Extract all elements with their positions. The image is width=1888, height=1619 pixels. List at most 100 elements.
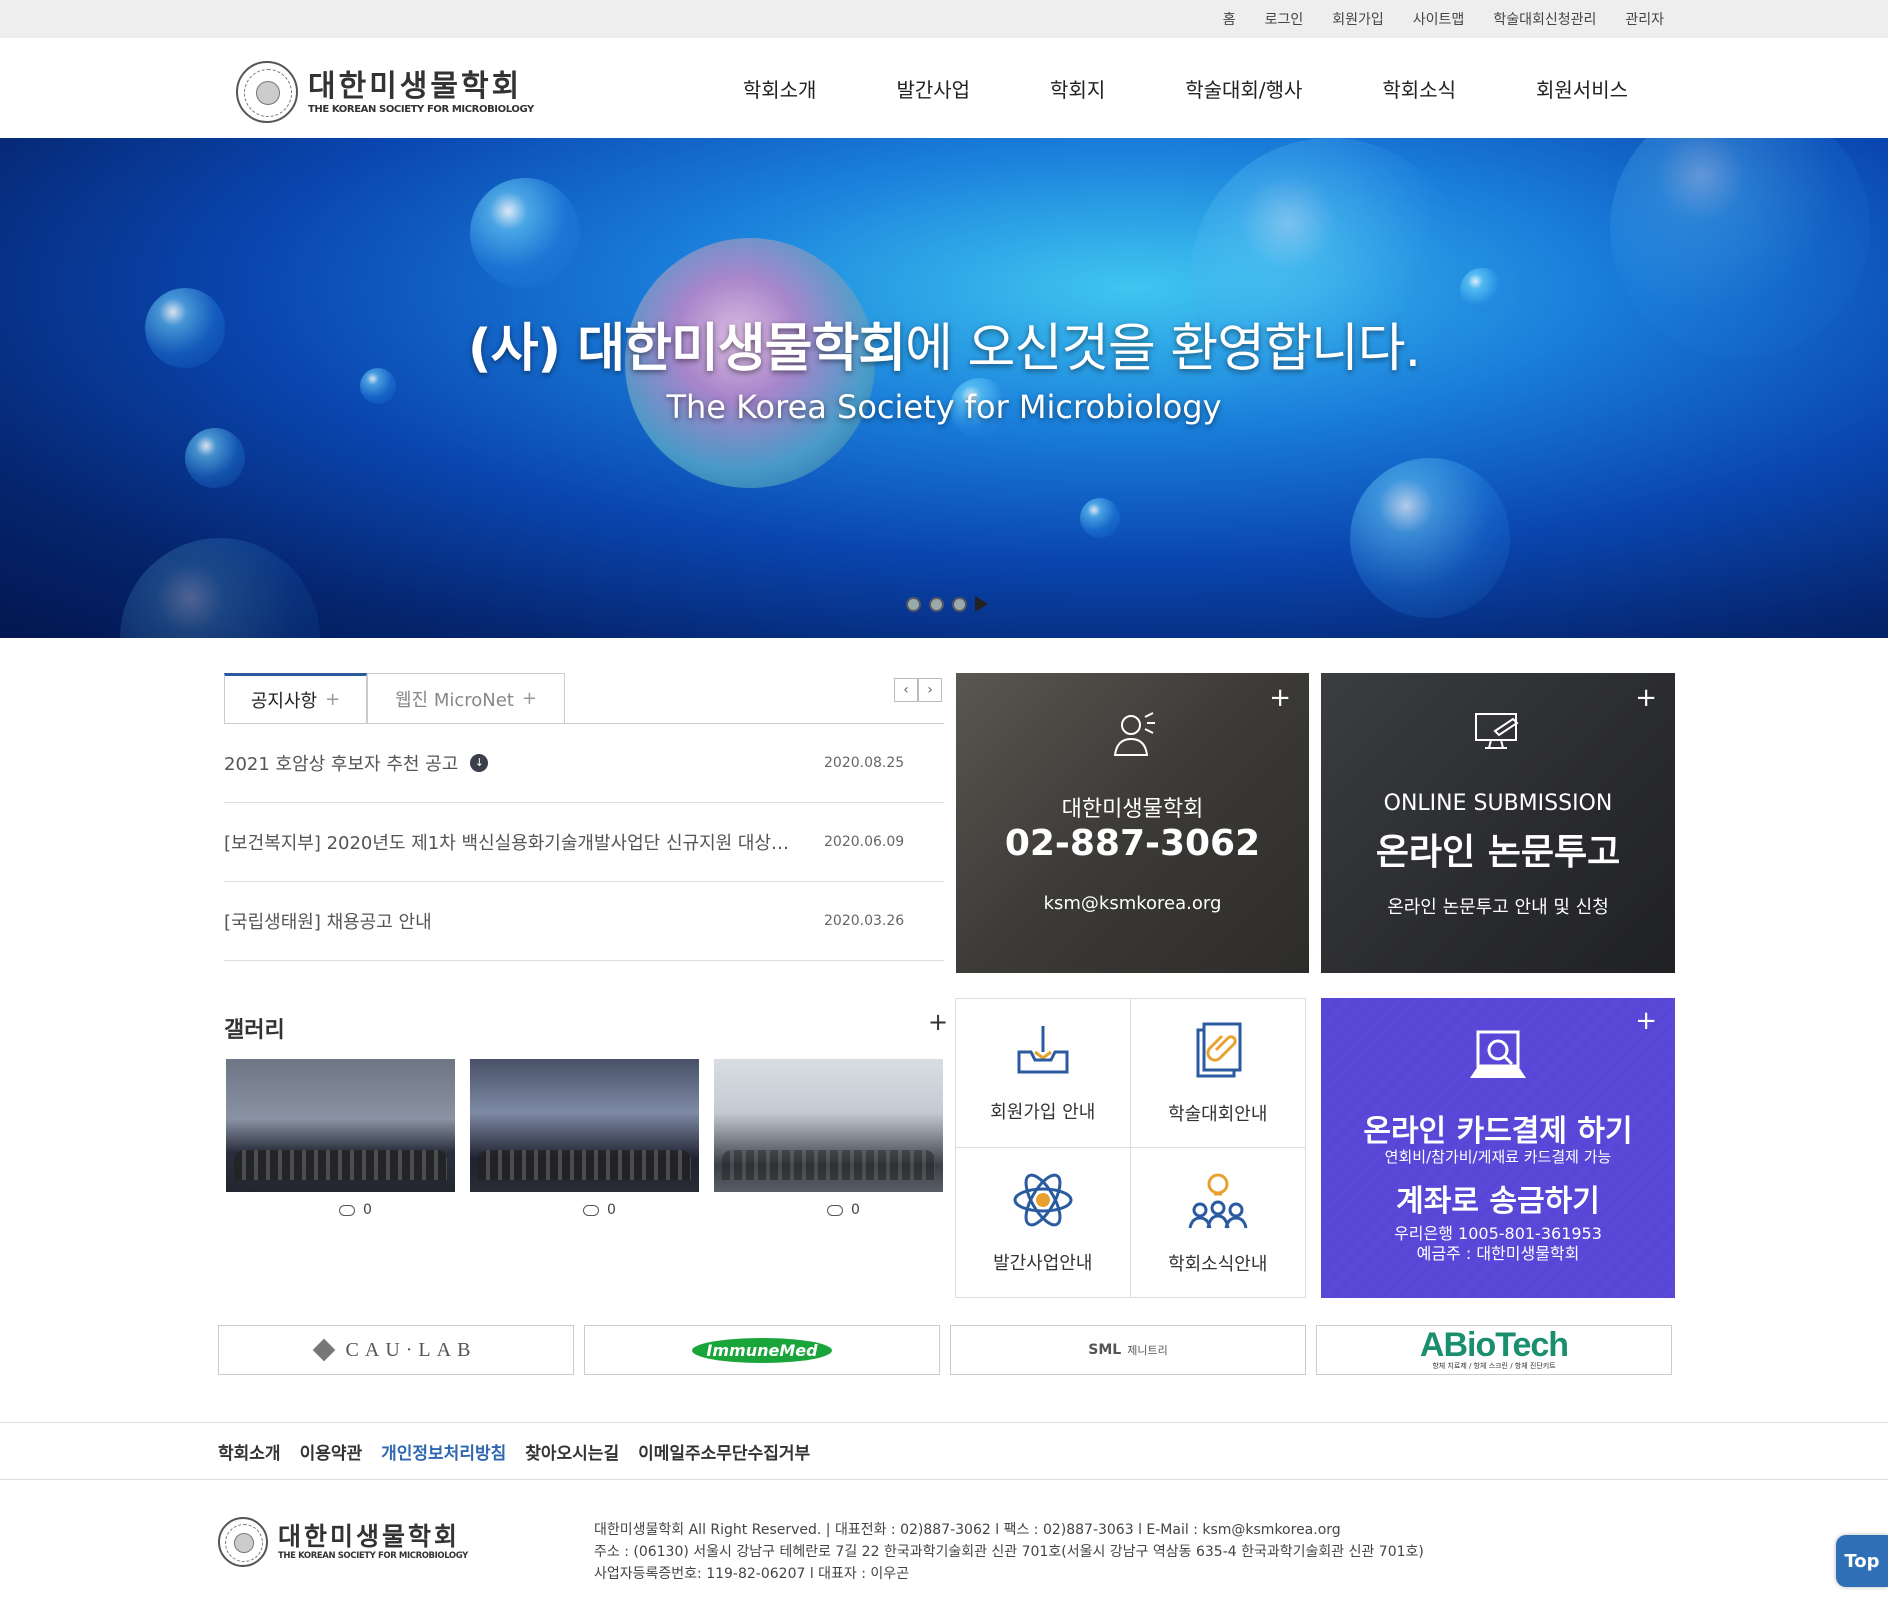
tab-micronet-label: 웹진 MicroNet bbox=[395, 689, 514, 711]
hero-title-bold: (사) 대한미생물학회 bbox=[467, 319, 906, 379]
photo-content bbox=[478, 1150, 691, 1180]
caulab-mark-icon bbox=[312, 1338, 335, 1362]
gallery-title: 갤러리 bbox=[224, 1018, 285, 1043]
quick-link-label: 발간사업안내 bbox=[993, 1252, 1093, 1274]
footer-link-email-refusal[interactable]: 이메일주소무단수집거부 bbox=[638, 1439, 810, 1464]
plus-icon[interactable]: + bbox=[325, 689, 340, 710]
notice-title-text[interactable]: 2021 호암상 후보자 추천 공고 bbox=[224, 750, 458, 776]
download-icon[interactable]: ↓ bbox=[470, 754, 489, 772]
abiotech-text: ABioTech bbox=[1419, 1326, 1569, 1364]
person-support-icon bbox=[956, 711, 1309, 757]
caulab-text: CAU·LAB bbox=[345, 1338, 477, 1361]
gallery-photo[interactable] bbox=[226, 1059, 455, 1192]
bubble-decoration bbox=[470, 178, 580, 288]
notice-title[interactable]: [국립생태원] 채용공고 안내 bbox=[224, 908, 804, 934]
quick-link-join-guide[interactable]: 회원가입 안내 bbox=[956, 999, 1131, 1148]
plus-icon[interactable]: + bbox=[1269, 683, 1291, 713]
photo-content bbox=[234, 1150, 447, 1180]
prev-arrow-icon[interactable]: ‹ bbox=[894, 678, 918, 702]
slider-dot-1[interactable] bbox=[906, 596, 921, 612]
submission-desc: 온라인 논문투고 안내 및 신청 bbox=[1387, 897, 1609, 918]
hero-subtitle: The Korea Society for Microbiology bbox=[666, 388, 1222, 426]
hero-title: (사) 대한미생물학회에 오신것을 환영합니다. bbox=[0, 306, 1888, 381]
download-tray-icon bbox=[1015, 1022, 1071, 1082]
nav-item-publications[interactable]: 발간사업 bbox=[896, 74, 970, 103]
footer-link-terms[interactable]: 이용약관 bbox=[300, 1439, 363, 1464]
gallery-item[interactable]: 0 bbox=[226, 1059, 455, 1218]
nav-item-conferences[interactable]: 학술대회/행사 bbox=[1185, 74, 1302, 103]
submission-title: 온라인 논문투고 bbox=[1375, 832, 1621, 873]
partner-caulab[interactable]: CAU·LAB bbox=[218, 1325, 574, 1375]
contact-email[interactable]: ksm@ksmkorea.org bbox=[956, 893, 1309, 914]
footer-info-line: 대한미생물학회 All Right Reserved. | 대표전화 : 02)… bbox=[594, 1522, 1341, 1538]
next-arrow-icon[interactable]: › bbox=[918, 678, 942, 702]
footer-link-privacy[interactable]: 개인정보처리방침 bbox=[381, 1439, 506, 1464]
gallery-item[interactable]: 0 bbox=[714, 1059, 943, 1218]
plus-icon[interactable]: + bbox=[1635, 683, 1657, 713]
slider-dot-2[interactable] bbox=[929, 596, 944, 612]
quick-link-label: 학술대회안내 bbox=[1168, 1104, 1268, 1125]
sml-logo: SML 제니트리 bbox=[1088, 1342, 1167, 1358]
quick-link-publication-guide[interactable]: 발간사업안내 bbox=[956, 1148, 1131, 1297]
comment-icon bbox=[339, 1204, 356, 1216]
footer-link-directions[interactable]: 찾아오시는길 bbox=[525, 1439, 619, 1464]
footer-info: 대한미생물학회 All Right Reserved. | 대표전화 : 02)… bbox=[594, 1519, 1424, 1585]
partner-sml[interactable]: SML 제니트리 bbox=[950, 1325, 1306, 1375]
nav-item-member-services[interactable]: 회원서비스 bbox=[1536, 74, 1628, 103]
notice-date: 2020.08.25 bbox=[824, 755, 905, 771]
society-seal-icon bbox=[218, 1517, 268, 1567]
slider-dot-3[interactable] bbox=[952, 596, 967, 612]
notice-title[interactable]: [보건복지부] 2020년도 제1차 백신실용화기술개발사업단 신규지원 대상과… bbox=[224, 829, 804, 855]
gallery-item[interactable]: 0 bbox=[470, 1059, 699, 1218]
payment-title: 온라인 카드결제 하기 bbox=[1363, 1114, 1633, 1149]
sml-text: SML bbox=[1088, 1342, 1122, 1358]
util-link-admin[interactable]: 관리자 bbox=[1625, 9, 1664, 29]
footer-info-line: 주소 : (06130) 서울시 강남구 테헤란로 7길 22 한국과학기술회관… bbox=[594, 1544, 1424, 1560]
list-item[interactable]: [국립생태원] 채용공고 안내 2020.03.26 bbox=[224, 882, 944, 961]
nav-item-news[interactable]: 학회소식 bbox=[1382, 74, 1456, 103]
slider-play-icon[interactable] bbox=[975, 596, 988, 612]
gallery-photo[interactable] bbox=[470, 1059, 699, 1192]
footer-logo-text: 대한미생물학회 THE KOREAN SOCIETY FOR MICROBIOL… bbox=[278, 1523, 468, 1562]
notice-title[interactable]: 2021 호암상 후보자 추천 공고 ↓ bbox=[224, 750, 804, 776]
notice-list: 2021 호암상 후보자 추천 공고 ↓ 2020.08.25 [보건복지부] … bbox=[224, 724, 944, 961]
payment-card[interactable]: + 온라인 카드결제 하기 연회비/참가비/게재료 카드결제 가능 계좌로 송금… bbox=[1321, 998, 1675, 1298]
contact-phone[interactable]: 02-887-3062 bbox=[956, 823, 1309, 864]
site-logo[interactable]: 대한미생물학회 THE KOREAN SOCIETY FOR MICROBIOL… bbox=[236, 61, 534, 123]
gallery-photo[interactable] bbox=[714, 1059, 943, 1192]
monitor-edit-icon bbox=[1321, 711, 1675, 751]
scroll-top-button[interactable]: Top bbox=[1836, 1535, 1888, 1587]
tab-notice[interactable]: 공지사항 + bbox=[224, 673, 367, 723]
list-item[interactable]: [보건복지부] 2020년도 제1차 백신실용화기술개발사업단 신규지원 대상과… bbox=[224, 803, 944, 882]
notice-title-text[interactable]: [보건복지부] 2020년도 제1차 백신실용화기술개발사업단 신규지원 대상과… bbox=[224, 829, 804, 855]
gallery-more-plus-icon[interactable]: + bbox=[928, 1008, 948, 1036]
quick-link-conference-guide[interactable]: 학술대회안내 bbox=[1130, 999, 1305, 1148]
util-link-sitemap[interactable]: 사이트맵 bbox=[1413, 9, 1465, 29]
util-link-join[interactable]: 회원가입 bbox=[1332, 9, 1384, 29]
nav-item-about[interactable]: 학회소개 bbox=[743, 74, 817, 103]
partner-abiotech[interactable]: ABioTech 항체 치료제 / 항체 스크린 / 항체 진단키트 bbox=[1316, 1325, 1672, 1375]
comment-count-value: 0 bbox=[363, 1202, 372, 1218]
footer-link-about[interactable]: 학회소개 bbox=[218, 1439, 281, 1464]
plus-icon[interactable]: + bbox=[522, 688, 537, 709]
nav-item-journal[interactable]: 학회지 bbox=[1050, 74, 1105, 103]
quick-link-label: 학회소식안내 bbox=[1168, 1253, 1268, 1275]
contact-card[interactable]: + 대한미생물학회 02-887-3062 ksm@ksmkorea.org bbox=[956, 673, 1309, 973]
list-item[interactable]: 2021 호암상 후보자 추천 공고 ↓ 2020.08.25 bbox=[224, 724, 944, 803]
hero-title-rest: 에 오신것을 환영합니다. bbox=[905, 319, 1421, 379]
quick-link-news-guide[interactable]: 학회소식안내 bbox=[1131, 1148, 1306, 1297]
partner-immunemed[interactable]: ImmuneMed bbox=[584, 1325, 940, 1375]
bubble-decoration bbox=[1080, 498, 1120, 538]
comment-count: 0 bbox=[470, 1202, 699, 1218]
slider-pagination bbox=[906, 596, 988, 612]
util-link-home[interactable]: 홈 bbox=[1223, 9, 1236, 29]
submission-card[interactable]: + ONLINE SUBMISSION 온라인 논문투고 온라인 논문투고 안내… bbox=[1321, 673, 1675, 973]
sml-sub-text: 제니트리 bbox=[1127, 1344, 1168, 1357]
notice-title-text[interactable]: [국립생태원] 채용공고 안내 bbox=[224, 908, 432, 934]
footer-info-line: 사업자등록증번호: 119-82-06207 l 대표자 : 이우곤 bbox=[594, 1566, 910, 1582]
util-link-login[interactable]: 로그인 bbox=[1265, 9, 1304, 29]
photo-content bbox=[722, 1150, 935, 1180]
tab-micronet[interactable]: 웹진 MicroNet + bbox=[367, 673, 565, 723]
payment-desc: 연회비/참가비/게재료 카드결제 가능 bbox=[1384, 1148, 1612, 1166]
util-link-conference-admin[interactable]: 학술대회신청관리 bbox=[1493, 9, 1596, 29]
